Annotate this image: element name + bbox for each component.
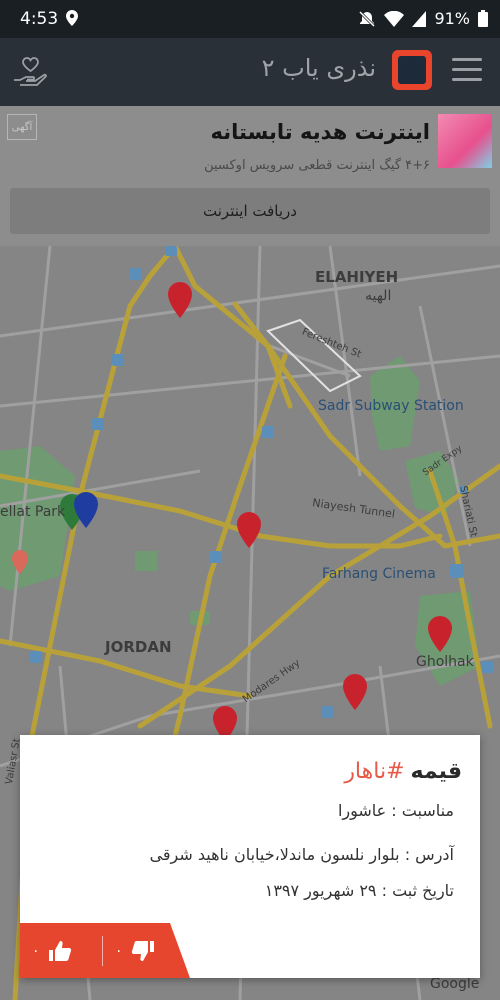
map-label-mellat-park: ellat Park bbox=[0, 504, 66, 520]
map-label-elahiyeh-en: ELAHIYEH bbox=[315, 268, 399, 286]
card-title: قیمه #ناهار bbox=[344, 759, 462, 784]
ad-badge: آگهی bbox=[7, 114, 37, 140]
ad-banner[interactable]: آگهی اینترنت هدیه تابستانه ۴+۶ گیگ اینتر… bbox=[0, 106, 500, 246]
card-title-tag[interactable]: #ناهار bbox=[344, 759, 404, 784]
battery-percent: 91% bbox=[434, 9, 470, 28]
ad-thumbnail bbox=[438, 114, 492, 168]
like-button[interactable]: ۰ bbox=[20, 940, 102, 962]
heart-hand-icon[interactable] bbox=[12, 54, 48, 90]
app-logo-icon bbox=[392, 50, 432, 90]
status-bar: 4:53 91% bbox=[0, 0, 500, 38]
map-label-elahiyeh-fa: الهیه bbox=[365, 288, 392, 304]
menu-icon[interactable] bbox=[452, 58, 482, 82]
battery-icon bbox=[478, 10, 488, 27]
map-label-jordan: JORDAN bbox=[105, 638, 172, 656]
app-bar: نذری یاب ۲ bbox=[0, 38, 500, 106]
card-address: آدرس : بلوار نلسون ماندلا،خیابان ناهید ش… bbox=[149, 845, 454, 864]
thumbs-down-icon bbox=[131, 940, 154, 961]
app-title: نذری یاب ۲ bbox=[261, 54, 376, 82]
nazri-info-card[interactable]: قیمه #ناهار مناسبت : عاشورا آدرس : بلوار… bbox=[20, 735, 480, 978]
ad-title: اینترنت هدیه تابستانه bbox=[210, 120, 430, 144]
signal-icon bbox=[412, 10, 427, 27]
wifi-icon bbox=[384, 10, 405, 27]
location-icon bbox=[66, 10, 78, 26]
map-google-logo: Google bbox=[430, 976, 480, 992]
dislike-count: ۰ bbox=[115, 942, 123, 959]
status-icons: 91% bbox=[358, 9, 488, 28]
card-title-main: قیمه bbox=[410, 759, 462, 784]
map-label-gholhak: Gholhak bbox=[416, 654, 474, 670]
map-label-sadr-station: Sadr Subway Station bbox=[318, 398, 464, 414]
thumbs-up-icon bbox=[48, 940, 71, 961]
ad-subtitle: ۴+۶ گیگ اینترنت قطعی سرویس اوکسین bbox=[204, 158, 430, 173]
status-time: 4:53 bbox=[20, 9, 59, 29]
get-internet-button[interactable]: دریافت اینترنت bbox=[10, 188, 490, 234]
card-occasion: مناسبت : عاشورا bbox=[337, 801, 454, 820]
mute-icon bbox=[359, 10, 376, 27]
like-count: ۰ bbox=[32, 942, 40, 959]
dislike-button[interactable]: ۰ bbox=[103, 940, 185, 962]
vote-bar: ۰ ۰ bbox=[20, 923, 190, 978]
map-label-farhang: Farhang Cinema bbox=[322, 566, 436, 582]
card-date: تاریخ ثبت : ۲۹ شهریور ۱۳۹۷ bbox=[264, 881, 454, 900]
